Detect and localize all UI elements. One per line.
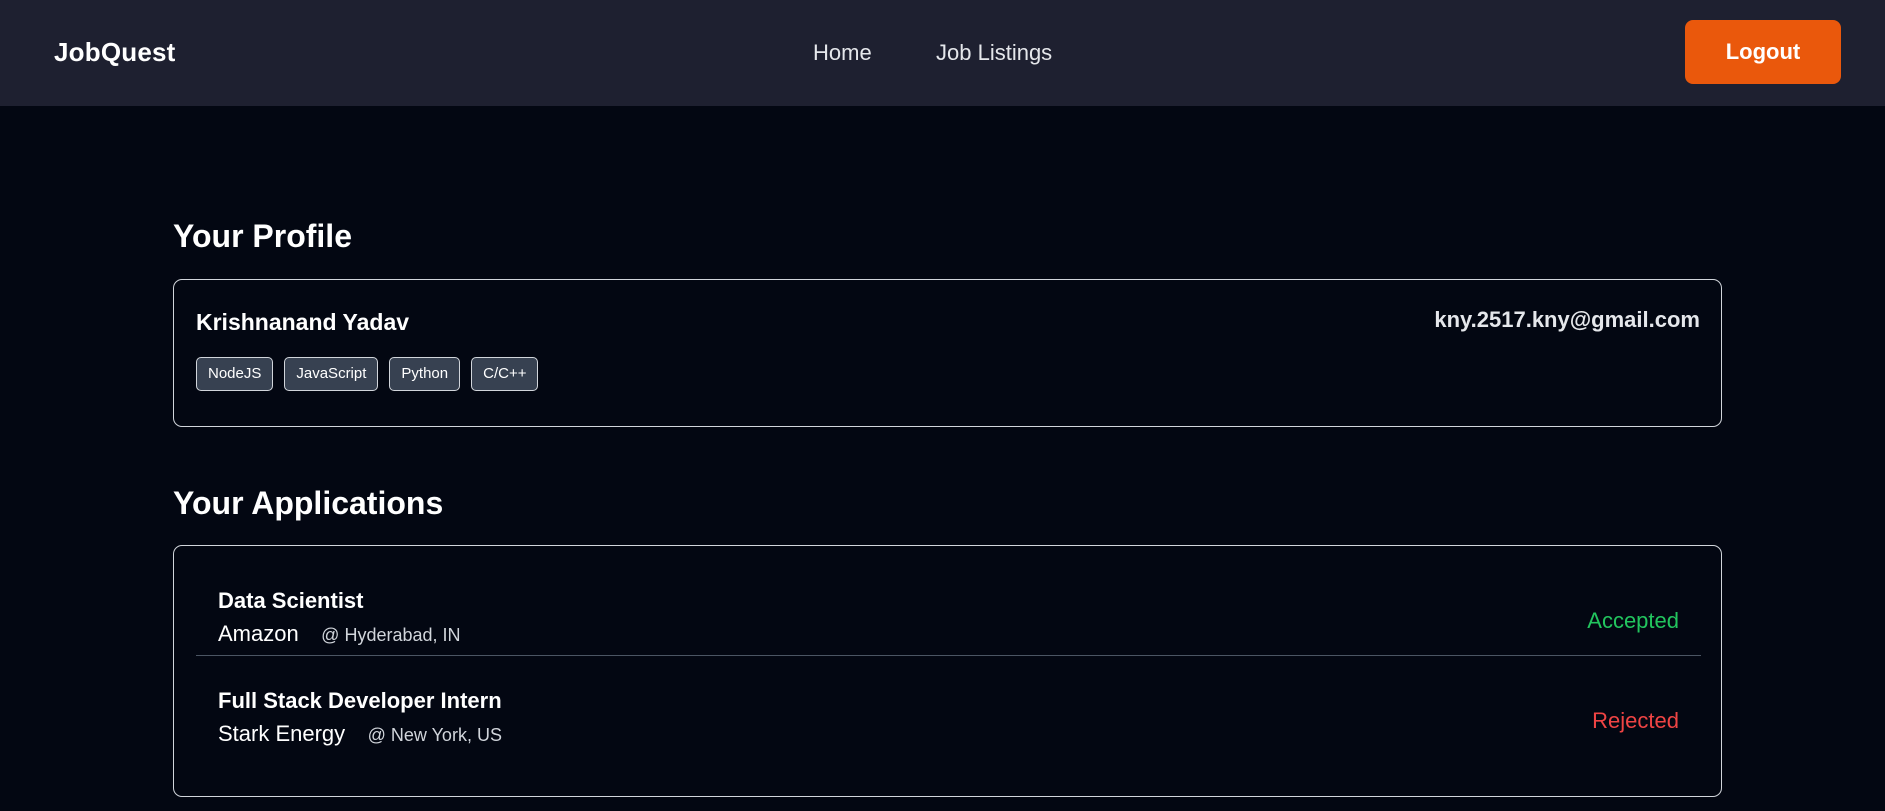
application-row[interactable]: Full Stack Developer Intern Stark Energy… — [196, 655, 1701, 764]
company-name: Stark Energy — [218, 721, 346, 746]
profile-email: kny.2517.kny@gmail.com — [1434, 307, 1700, 332]
company-line: Stark Energy @ New York, US — [218, 721, 502, 747]
applications-card: Data Scientist Amazon @ Hyderabad, IN Ac… — [173, 545, 1722, 797]
application-status: Rejected — [1592, 708, 1679, 733]
applications-section-title: Your Applications — [173, 485, 444, 521]
skill-tag: JavaScript — [284, 357, 379, 391]
profile-name: Krishnanand Yadav — [196, 309, 410, 335]
job-location: @ Hyderabad, IN — [321, 625, 461, 645]
application-row[interactable]: Data Scientist Amazon @ Hyderabad, IN Ac… — [196, 546, 1701, 655]
job-title: Full Stack Developer Intern — [218, 688, 502, 713]
job-title: Data Scientist — [218, 588, 364, 613]
nav-link-home[interactable]: Home — [813, 40, 872, 66]
company-name: Amazon — [218, 621, 299, 646]
profile-card: Krishnanand Yadav kny.2517.kny@gmail.com… — [173, 279, 1722, 427]
application-status: Accepted — [1587, 608, 1679, 633]
company-line: Amazon @ Hyderabad, IN — [218, 621, 461, 647]
skill-tag: NodeJS — [196, 357, 274, 391]
profile-section-title: Your Profile — [173, 218, 352, 254]
skills-list: NodeJS JavaScript Python C/C++ — [196, 357, 539, 391]
nav-link-job-listings[interactable]: Job Listings — [936, 40, 1052, 66]
skill-tag: Python — [389, 357, 461, 391]
job-location: @ New York, US — [367, 725, 502, 745]
navbar: JobQuest Home Job Listings Logout — [0, 0, 1885, 106]
skill-tag: C/C++ — [471, 357, 539, 391]
logout-button[interactable]: Logout — [1685, 20, 1841, 84]
brand-logo[interactable]: JobQuest — [54, 37, 176, 68]
